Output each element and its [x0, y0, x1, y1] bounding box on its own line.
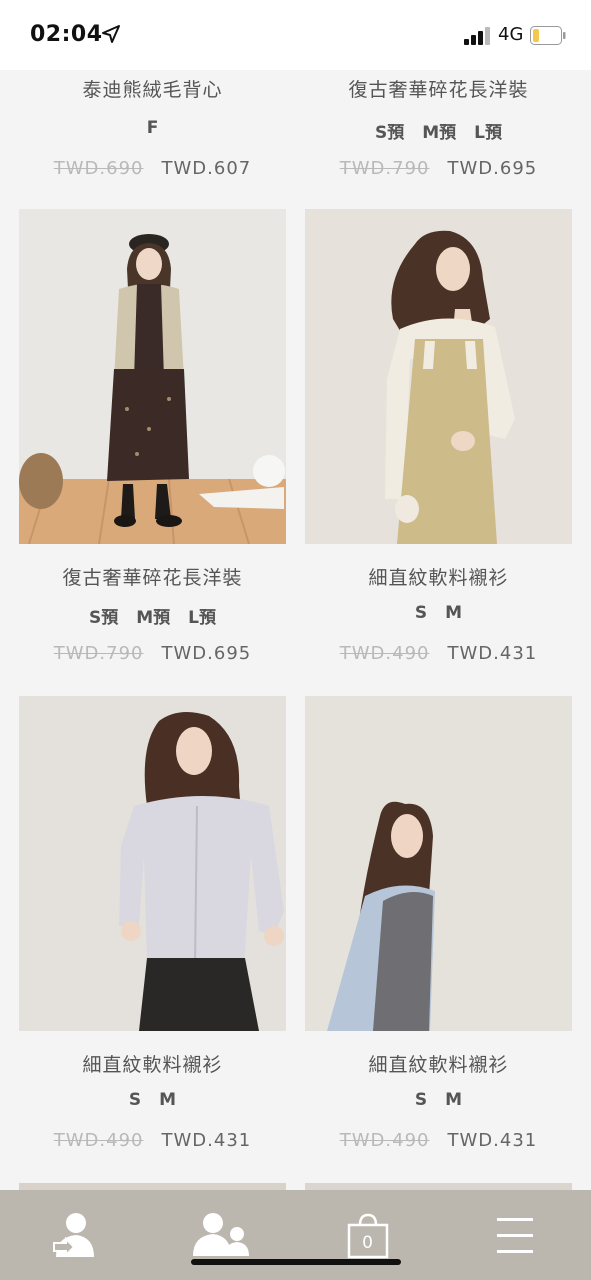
size-option[interactable]: L預 [188, 608, 216, 628]
product-title: 泰迪熊絨毛背心 [82, 79, 223, 101]
original-price: TWD.690 [53, 158, 144, 179]
product-price: TWD.790 TWD.695 [19, 643, 286, 664]
size-option[interactable]: S [129, 1090, 141, 1110]
product-image[interactable] [305, 1183, 572, 1190]
product-image[interactable] [19, 1183, 286, 1190]
signal-icon [464, 27, 490, 45]
bottom-nav: 0 [0, 1190, 591, 1280]
sale-price: TWD.607 [161, 158, 252, 179]
shopping-bag-icon: 0 [347, 1211, 389, 1259]
product-title: 細直紋軟料襯衫 [82, 1054, 223, 1076]
product-card[interactable]: 復古奢華碎花長洋裝 S預 M預 L預 TWD.790 TWD.695 [19, 209, 286, 679]
product-sizes: S預 M預 L預 [305, 118, 572, 143]
product-sizes: SM [305, 1090, 572, 1110]
product-image[interactable] [19, 696, 286, 1031]
product-title: 復古奢華碎花長洋裝 [62, 567, 243, 589]
location-arrow-icon [102, 25, 120, 43]
product-sizes: SM [19, 1090, 286, 1110]
product-image[interactable] [19, 209, 286, 544]
size-option[interactable]: S [415, 1090, 427, 1110]
status-time: 02:04 [30, 22, 103, 47]
size-option[interactable]: L預 [474, 123, 502, 143]
original-price: TWD.790 [339, 158, 430, 179]
product-price: TWD.490 TWD.431 [305, 643, 572, 664]
size-option[interactable]: S [415, 603, 427, 623]
product-card[interactable]: 細直紋軟料襯衫 SM TWD.490 TWD.431 [305, 209, 572, 679]
product-title: 細直紋軟料襯衫 [368, 567, 509, 589]
sale-price: TWD.431 [447, 1130, 538, 1151]
home-indicator[interactable] [191, 1259, 401, 1265]
product-price: TWD.690 TWD.607 [19, 158, 286, 179]
product-price: TWD.790 TWD.695 [305, 158, 572, 179]
product-sizes: SM [305, 603, 572, 623]
battery-icon [530, 26, 566, 45]
network-type: 4G [498, 24, 524, 45]
size-option[interactable]: S預 [375, 123, 404, 143]
product-title: 復古奢華碎花長洋裝 [348, 79, 529, 101]
product-image[interactable] [305, 696, 572, 1031]
product-price: TWD.490 TWD.431 [305, 1130, 572, 1151]
sale-price: TWD.695 [161, 643, 252, 664]
size-option[interactable]: F [147, 118, 159, 138]
sale-price: TWD.695 [447, 158, 538, 179]
member-icon [52, 1213, 94, 1258]
size-option[interactable]: M [445, 603, 462, 623]
sale-price: TWD.431 [161, 1130, 252, 1151]
size-option[interactable]: M [159, 1090, 176, 1110]
product-price: TWD.490 TWD.431 [19, 1130, 286, 1151]
original-price: TWD.490 [339, 643, 430, 664]
original-price: TWD.490 [53, 1130, 144, 1151]
product-title: 細直紋軟料襯衫 [368, 1054, 509, 1076]
size-option[interactable]: M [445, 1090, 462, 1110]
product-card[interactable]: 復古奢華碎花長洋裝 S預 M預 L預 TWD.790 TWD.695 [305, 70, 572, 190]
sale-price: TWD.431 [447, 643, 538, 664]
product-card[interactable]: 細直紋軟料襯衫 SM TWD.490 TWD.431 [19, 696, 286, 1166]
community-icon [192, 1213, 249, 1256]
original-price: TWD.490 [339, 1130, 430, 1151]
product-sizes: F [19, 118, 286, 138]
product-image[interactable] [305, 209, 572, 544]
nav-community[interactable] [147, 1190, 294, 1280]
product-card[interactable]: 泰迪熊絨毛背心 F TWD.690 TWD.607 [19, 70, 286, 190]
product-card[interactable] [305, 1183, 572, 1190]
status-bar: 02:04 4G [0, 0, 591, 70]
product-grid: 泰迪熊絨毛背心 F TWD.690 TWD.607 復古奢華碎花長洋裝 S預 M預 L… [0, 70, 591, 1190]
size-option[interactable]: S預 [89, 608, 118, 628]
original-price: TWD.790 [53, 643, 144, 664]
nav-member[interactable] [0, 1190, 147, 1280]
size-option[interactable]: M預 [136, 608, 170, 628]
product-card[interactable] [19, 1183, 286, 1190]
product-card[interactable]: 細直紋軟料襯衫 SM TWD.490 TWD.431 [305, 696, 572, 1166]
size-option[interactable]: M預 [422, 123, 456, 143]
cart-count: 0 [362, 1233, 373, 1253]
nav-menu[interactable] [441, 1190, 588, 1280]
product-sizes: S預 M預 L預 [19, 603, 286, 628]
nav-cart[interactable]: 0 [294, 1190, 441, 1280]
menu-icon [496, 1218, 533, 1253]
